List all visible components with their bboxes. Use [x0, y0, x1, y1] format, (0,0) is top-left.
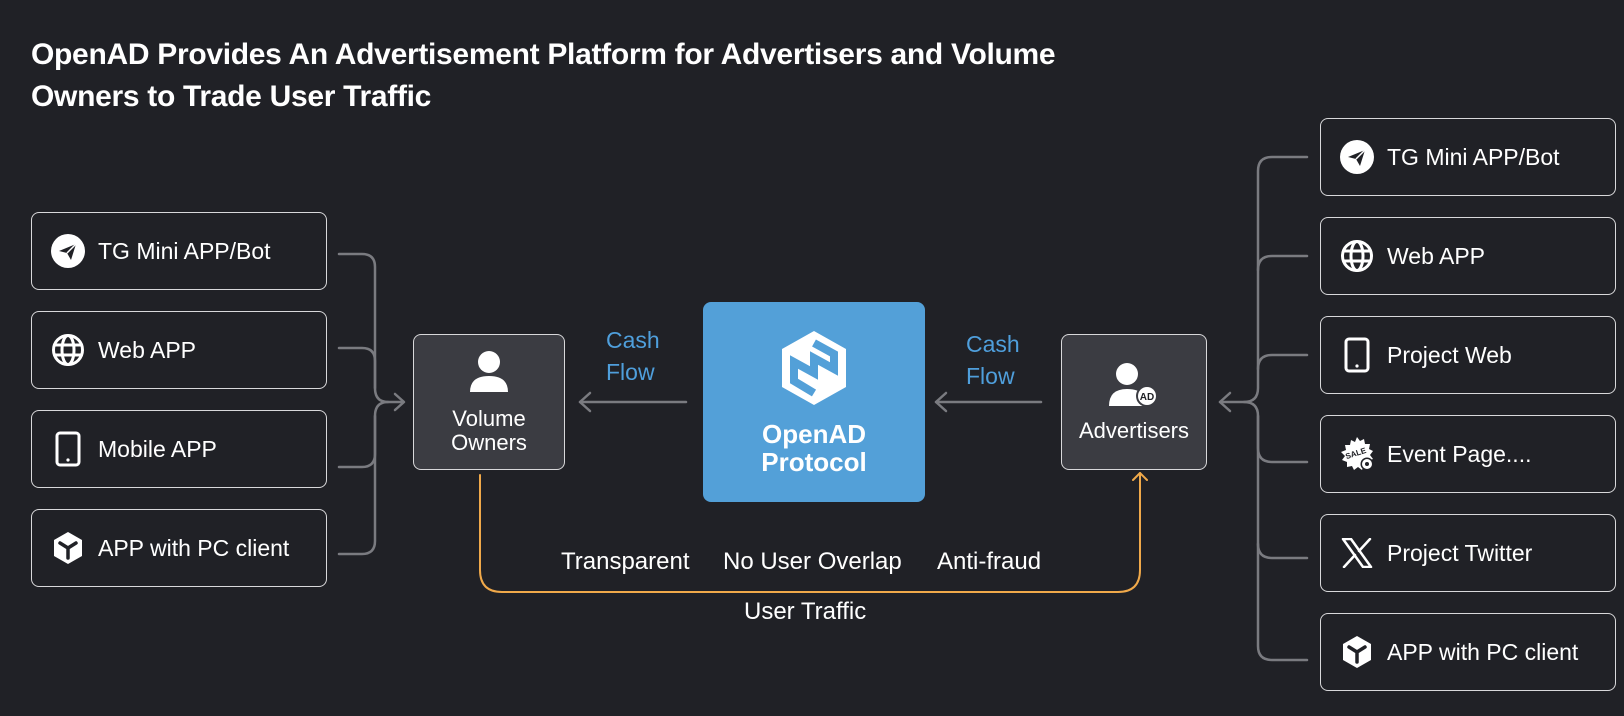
- source-label: APP with PC client: [1387, 638, 1579, 665]
- cash-flow-line2: Flow: [966, 363, 1015, 389]
- x-logo-icon: [1339, 535, 1375, 571]
- openad-protocol-node: OpenAD Protocol: [703, 302, 925, 502]
- protocol-label-line2: Protocol: [761, 446, 867, 477]
- right-connector-6: [1256, 414, 1309, 662]
- left-source-web-app: Web APP: [31, 311, 327, 389]
- right-connector-1: [1218, 155, 1309, 404]
- svg-text:AD: AD: [1140, 392, 1154, 403]
- source-label: Web APP: [1387, 242, 1486, 269]
- telegram-icon: [50, 233, 86, 269]
- advertisers-node: AD Advertisers: [1061, 334, 1207, 470]
- right-source-project-twitter: Project Twitter: [1320, 514, 1616, 592]
- right-source-pc-client: APP with PC client: [1320, 613, 1616, 691]
- right-connector-4: [1242, 400, 1309, 464]
- left-connector-4: [337, 414, 377, 556]
- source-label: Project Web: [1387, 341, 1512, 368]
- source-label: Web APP: [98, 336, 197, 363]
- user-icon: [468, 350, 510, 399]
- globe-icon: [50, 332, 86, 368]
- sale-badge-icon: SALE: [1339, 436, 1375, 472]
- left-source-tg-mini-app: TG Mini APP/Bot: [31, 212, 327, 290]
- source-label: Event Page....: [1387, 440, 1532, 467]
- volume-owners-label-line2: Owners: [451, 429, 527, 455]
- feature-transparent: Transparent: [561, 548, 690, 575]
- right-source-tg-mini-app: TG Mini APP/Bot: [1320, 118, 1616, 196]
- right-source-project-web: Project Web: [1320, 316, 1616, 394]
- cube-icon: [1339, 634, 1375, 670]
- right-connector-2: [1256, 254, 1309, 272]
- user-traffic-label: User Traffic: [744, 598, 867, 625]
- right-connector-3: [1256, 353, 1309, 371]
- left-connector-3: [337, 400, 390, 469]
- advertisers-label: Advertisers: [1078, 417, 1190, 443]
- cash-flow-label-left: Cash Flow: [606, 324, 660, 388]
- openad-logo-icon: [780, 329, 848, 412]
- feature-no-user-overlap: No User Overlap: [723, 548, 902, 575]
- volume-owners-node: Volume Owners: [413, 334, 565, 470]
- user-ad-icon: AD: [1109, 362, 1159, 413]
- source-label: Mobile APP: [98, 435, 217, 462]
- cash-flow-line1: Cash: [606, 327, 660, 353]
- globe-icon: [1339, 238, 1375, 274]
- volume-owners-label-line1: Volume: [452, 405, 526, 431]
- source-label: Project Twitter: [1387, 539, 1533, 566]
- protocol-label-line1: OpenAD: [762, 418, 866, 449]
- mobile-icon: [1339, 337, 1375, 373]
- right-source-web-app: Web APP: [1320, 217, 1616, 295]
- left-source-mobile-app: Mobile APP: [31, 410, 327, 488]
- feature-anti-fraud: Anti-fraud: [937, 548, 1042, 575]
- right-connector-5: [1256, 542, 1309, 560]
- cash-flow-line1: Cash: [966, 331, 1020, 357]
- left-source-pc-client: APP with PC client: [31, 509, 327, 587]
- source-label: APP with PC client: [98, 534, 290, 561]
- cube-icon: [50, 530, 86, 566]
- cash-flow-line2: Flow: [606, 359, 655, 385]
- telegram-icon: [1339, 139, 1375, 175]
- source-label: TG Mini APP/Bot: [98, 237, 271, 264]
- mobile-icon: [50, 431, 86, 467]
- cash-flow-label-right: Cash Flow: [966, 328, 1020, 392]
- source-label: TG Mini APP/Bot: [1387, 143, 1560, 170]
- right-source-event-page: SALE Event Page....: [1320, 415, 1616, 493]
- left-connector-1: [337, 252, 404, 404]
- left-connector-2: [337, 346, 377, 390]
